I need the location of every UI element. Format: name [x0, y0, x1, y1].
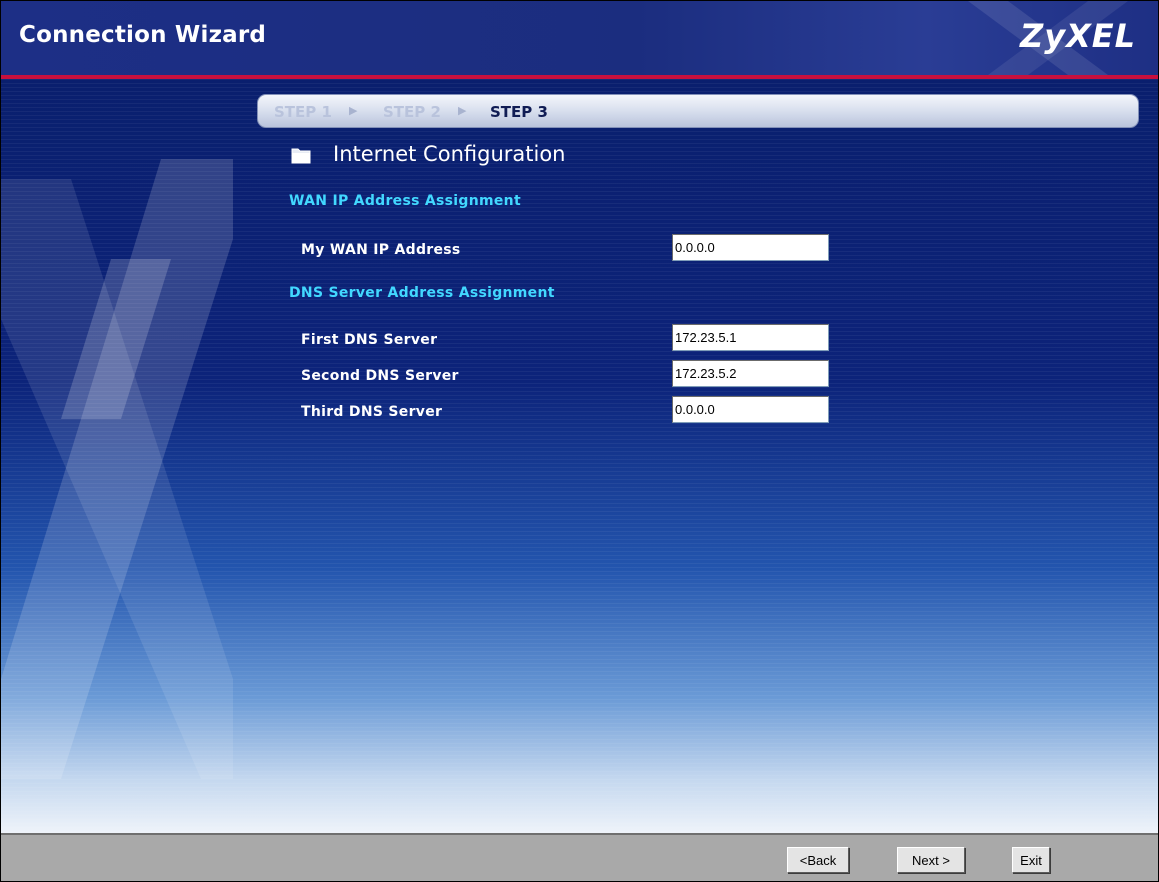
next-button[interactable]: Next >: [897, 847, 965, 873]
third-dns-input[interactable]: [672, 396, 829, 423]
exit-button[interactable]: Exit: [1012, 847, 1050, 873]
footer-bar: <Back Next > Exit: [1, 835, 1158, 881]
background-x-graphic: [1, 159, 233, 779]
second-dns-label: Second DNS Server: [301, 368, 459, 384]
first-dns-input[interactable]: [672, 324, 829, 351]
folder-icon: [291, 148, 311, 164]
step-3: STEP 3: [490, 103, 548, 121]
step-arrow-icon: ▶: [349, 104, 358, 117]
first-dns-label: First DNS Server: [301, 332, 438, 348]
step-1: STEP 1: [274, 103, 332, 121]
back-button[interactable]: <Back: [787, 847, 849, 873]
section-title: Internet Configuration: [333, 142, 566, 166]
step-progress-bar: STEP 1 ▶ STEP 2 ▶ STEP 3: [257, 94, 1139, 128]
zyxel-logo: ZyXEL: [1020, 17, 1136, 55]
step-arrow-icon: ▶: [458, 104, 467, 117]
my-wan-ip-input[interactable]: [672, 234, 829, 261]
header-bar: Connection Wizard ZyXEL: [1, 1, 1158, 75]
third-dns-label: Third DNS Server: [301, 404, 443, 420]
dns-heading: DNS Server Address Assignment: [289, 285, 555, 301]
my-wan-ip-label: My WAN IP Address: [301, 242, 461, 258]
wan-ip-heading: WAN IP Address Assignment: [289, 193, 521, 209]
second-dns-input[interactable]: [672, 360, 829, 387]
wizard-window: Connection Wizard ZyXEL STEP 1 ▶ STEP 2 …: [0, 0, 1159, 882]
wizard-title: Connection Wizard: [19, 22, 267, 48]
wizard-content: STEP 1 ▶ STEP 2 ▶ STEP 3 Internet Config…: [1, 79, 1158, 833]
step-2: STEP 2: [383, 103, 441, 121]
